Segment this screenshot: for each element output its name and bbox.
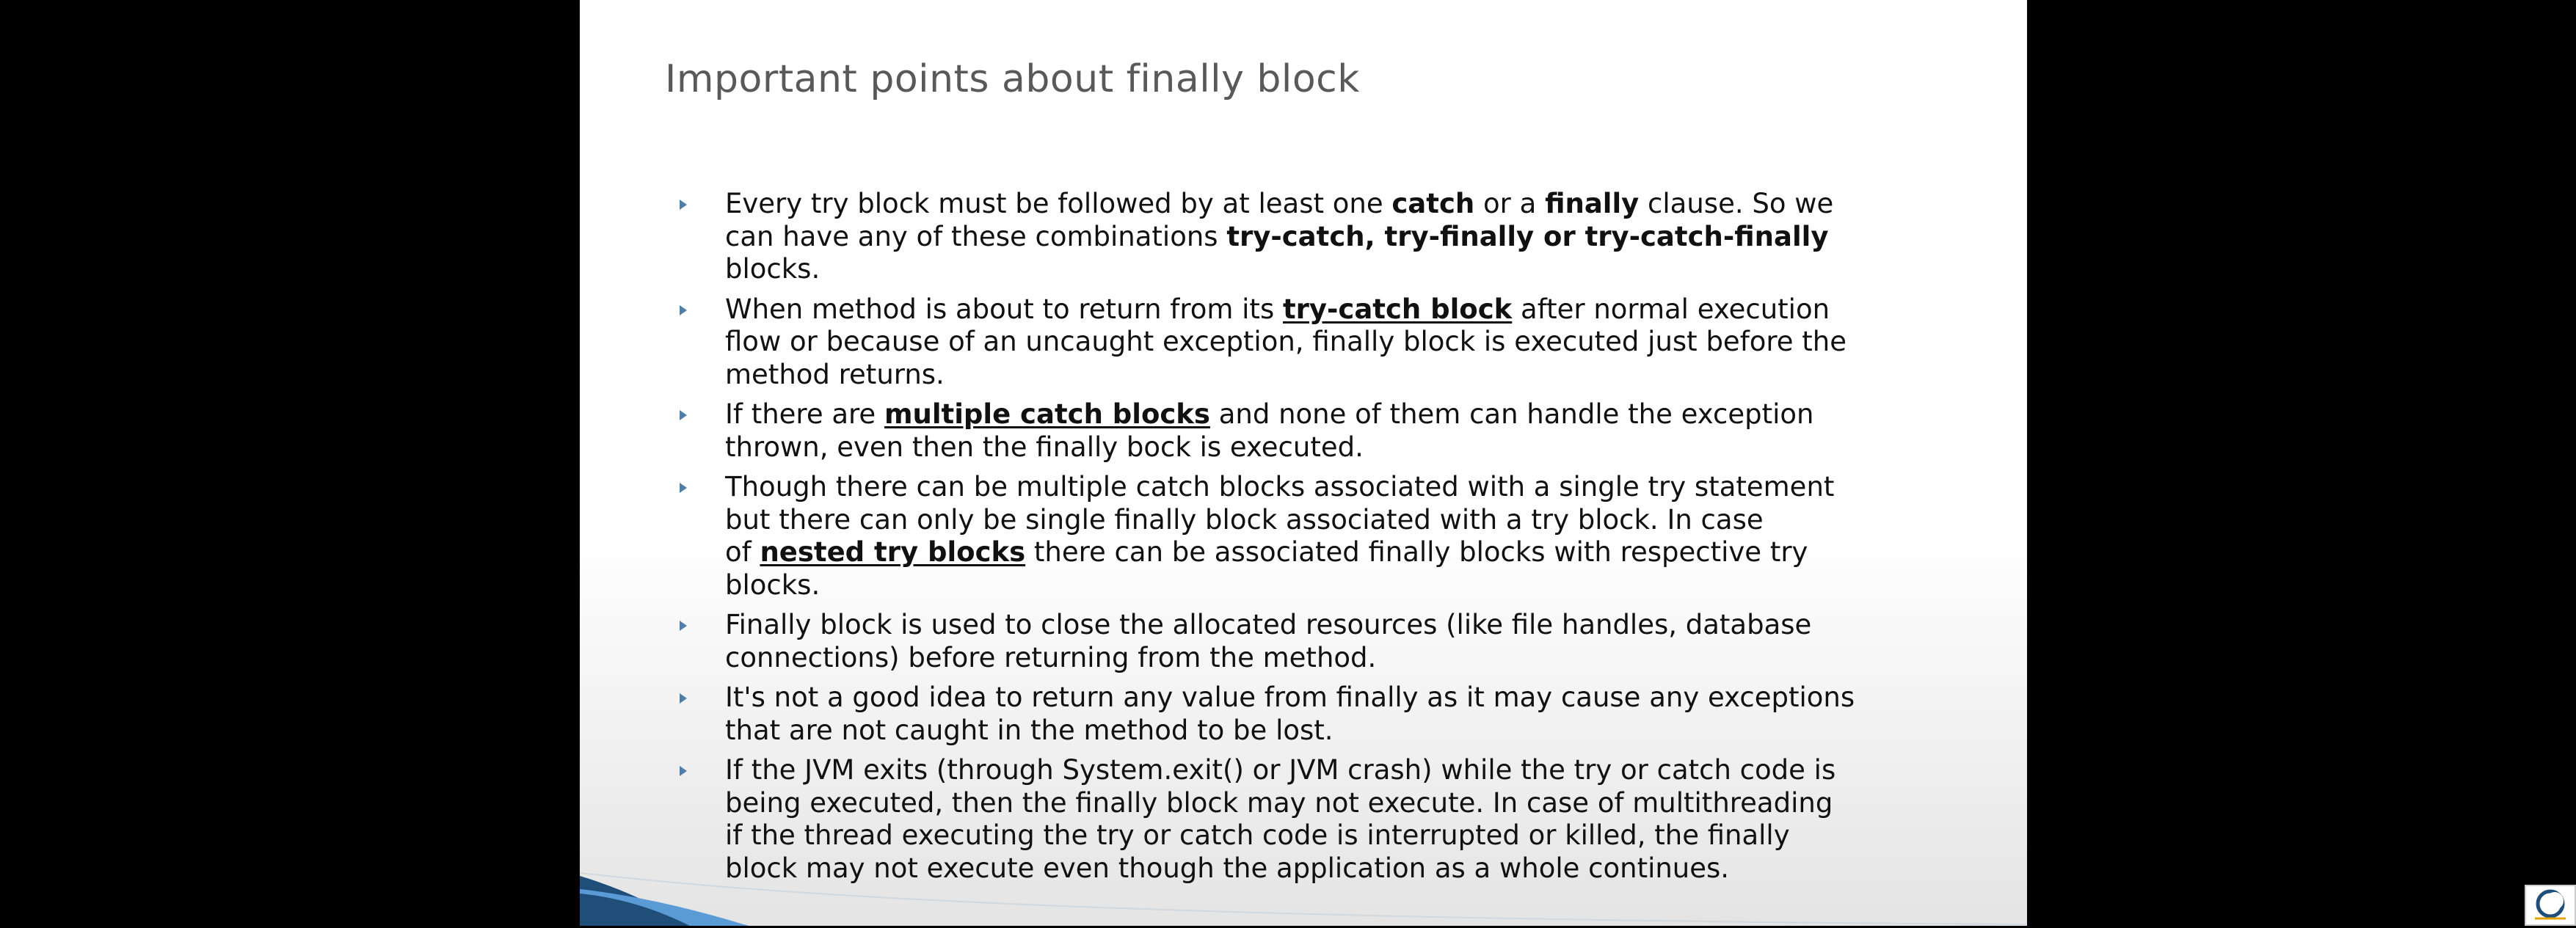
bullet-line: Every try block must be followed by at l… [725,188,2001,221]
text-run: If there are [725,398,884,430]
bullet-line: If the JVM exits (through System.exit() … [725,754,2001,787]
presentation-slide: Important points about finally block Eve… [580,0,2027,926]
bullet-text: When method is about to return from its … [725,293,2001,392]
bullet-text: Though there can be multiple catch block… [725,471,2001,602]
bullet-item: It's not a good idea to return any value… [680,682,2001,747]
underlined-keyword: nested try blocks [760,536,1026,568]
bullet-line: that are not caught in the method to be … [725,715,2001,748]
text-run: flow or because of an uncaught exception… [725,326,1847,357]
footer-swoosh-line [580,872,2027,925]
bullet-text: If the JVM exits (through System.exit() … [725,754,2001,885]
slide-title: Important points about finally block [665,57,1360,101]
text-run: can have any of these combinations [725,220,1227,252]
bold-keyword: finally [1545,188,1640,219]
text-run: Every try block must be followed by at l… [725,188,1392,219]
bullet-text: If there are multiple catch blocks and n… [725,398,2001,464]
bullet-line: connections) before returning from the m… [725,642,2001,675]
text-run: method returns. [725,358,945,390]
triangle-bullet-icon [680,304,687,315]
bullet-line: It's not a good idea to return any value… [725,682,2001,715]
bullet-item: If the JVM exits (through System.exit() … [680,754,2001,885]
text-run: thrown, even then the finally bock is ex… [725,431,1364,463]
bullet-item: Every try block must be followed by at l… [680,188,2001,286]
bullet-line: being executed, then the finally block m… [725,787,2001,820]
footer-swoosh [580,872,2027,926]
bullet-line: can have any of these combinations try-c… [725,221,2001,254]
bullet-line: blocks. [725,253,2001,286]
triangle-bullet-icon [680,693,687,704]
bullet-item: Finally block is used to close the alloc… [680,609,2001,674]
bullet-line: if the thread executing the try or catch… [725,819,2001,852]
bullet-line: Though there can be multiple catch block… [725,471,2001,504]
bullet-line: flow or because of an uncaught exception… [725,326,2001,359]
text-run: It's not a good idea to return any value… [725,682,1855,713]
text-run: and none of them can handle the exceptio… [1209,398,1814,430]
triangle-bullet-icon [680,410,687,420]
text-run: of [725,536,760,568]
bullet-text: Finally block is used to close the alloc… [725,609,2001,674]
bold-keyword: catch [1391,188,1475,219]
bullet-line: method returns. [725,359,2001,392]
text-run: being executed, then the finally block m… [725,786,1833,819]
text-run: When method is about to return from its [725,293,1283,325]
text-run: blocks. [725,569,821,601]
bullet-item: If there are multiple catch blocks and n… [680,398,2001,464]
bold-keyword: try-catch, try-finally or try-catch-fina… [1226,220,1829,252]
triangle-bullet-icon [680,766,687,776]
bullet-line: blocks. [725,569,2001,602]
text-run: if the thread executing the try or catch… [725,819,1790,851]
triangle-bullet-icon [680,621,687,631]
text-run: If the JVM exits (through System.exit() … [725,754,1836,786]
underlined-keyword: try-catch block [1282,293,1513,325]
bullet-line: of nested try blocks there can be associ… [725,536,2001,569]
text-run: blocks. [725,253,821,285]
text-run: clause. So we [1639,188,1834,219]
text-run: after normal execution [1512,293,1830,325]
bullet-list: Every try block must be followed by at l… [680,188,2001,892]
channel-logo-icon [2525,885,2576,926]
text-run: connections) before returning from the m… [725,641,1377,673]
bullet-line: When method is about to return from its … [725,293,2001,326]
bullet-line: but there can only be single finally blo… [725,504,2001,537]
bullet-text: It's not a good idea to return any value… [725,682,2001,747]
bullet-text: Every try block must be followed by at l… [725,188,2001,286]
text-run: or a [1474,188,1546,219]
text-run: there can be associated finally blocks w… [1025,536,1808,568]
text-run: but there can only be single finally blo… [725,503,1764,536]
bullet-line: If there are multiple catch blocks and n… [725,398,2001,431]
triangle-bullet-icon [680,200,687,210]
bullet-line: Finally block is used to close the alloc… [725,609,2001,642]
bullet-item: When method is about to return from its … [680,293,2001,392]
text-run: that are not caught in the method to be … [725,714,1334,746]
bullet-item: Though there can be multiple catch block… [680,471,2001,602]
video-frame: Important points about finally block Eve… [0,0,2576,926]
bullet-line: thrown, even then the finally bock is ex… [725,431,2001,464]
underlined-keyword: multiple catch blocks [884,398,1210,430]
text-run: Though there can be multiple catch block… [725,471,1835,503]
text-run: Finally block is used to close the alloc… [725,609,1812,640]
triangle-bullet-icon [680,483,687,493]
